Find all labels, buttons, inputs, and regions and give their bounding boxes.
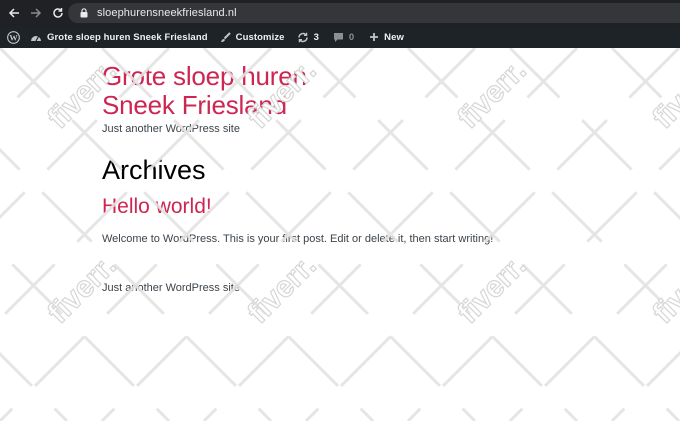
new-content-menu[interactable]: New [369, 26, 404, 48]
comment-icon [333, 32, 344, 43]
watermark-text: fiverr. [242, 249, 323, 330]
wp-logo-menu[interactable]: W [3, 26, 23, 48]
paintbrush-icon [220, 31, 231, 43]
customize-menu[interactable]: Customize [220, 26, 285, 48]
archive-title: Archives [102, 155, 206, 185]
url-text: sloephurensneekfriesland.nl [97, 7, 237, 19]
plus-icon [369, 32, 379, 42]
arrow-right-icon [31, 8, 42, 18]
watermark-text: fiverr. [647, 249, 680, 330]
site-name-label: Grote sloep huren Sneek Friesland [47, 31, 208, 43]
footer-tagline: Just another WordPress site [102, 282, 240, 294]
arrow-left-icon [8, 8, 19, 18]
watermark-text: fiverr. [647, 54, 680, 135]
updates-icon [297, 32, 309, 43]
site-tagline: Just another WordPress site [102, 123, 240, 135]
watermark-text: fiverr. [452, 249, 533, 330]
lock-icon [80, 8, 88, 18]
updates-count: 3 [313, 31, 319, 43]
reload-button[interactable] [47, 2, 69, 24]
site-name-menu[interactable]: Grote sloep huren Sneek Friesland [30, 26, 208, 48]
address-bar[interactable]: sloephurensneekfriesland.nl [68, 3, 680, 23]
new-label: New [384, 31, 404, 43]
browser-toolbar: sloephurensneekfriesland.nl [0, 0, 680, 26]
post-title-link[interactable]: Hello world! [102, 195, 642, 219]
dashboard-icon [30, 32, 42, 43]
wp-admin-bar: W Grote sloep huren Sneek Friesland Cust… [0, 26, 680, 48]
svg-text:W: W [9, 33, 18, 42]
comments-count: 0 [348, 31, 355, 43]
updates-menu[interactable]: 3 [297, 26, 319, 48]
site-title-link[interactable]: Grote sloep huren Sneek Friesland [102, 62, 342, 120]
comments-menu[interactable]: 0 [333, 26, 354, 48]
site-content: Grote sloep huren Sneek Friesland Just a… [102, 62, 642, 246]
back-button[interactable] [3, 2, 25, 24]
wordpress-logo-icon: W [6, 30, 20, 44]
reload-icon [53, 8, 63, 18]
forward-button[interactable] [25, 2, 47, 24]
post-excerpt: Welcome to WordPress. This is your first… [102, 233, 494, 245]
customize-label: Customize [235, 31, 285, 43]
